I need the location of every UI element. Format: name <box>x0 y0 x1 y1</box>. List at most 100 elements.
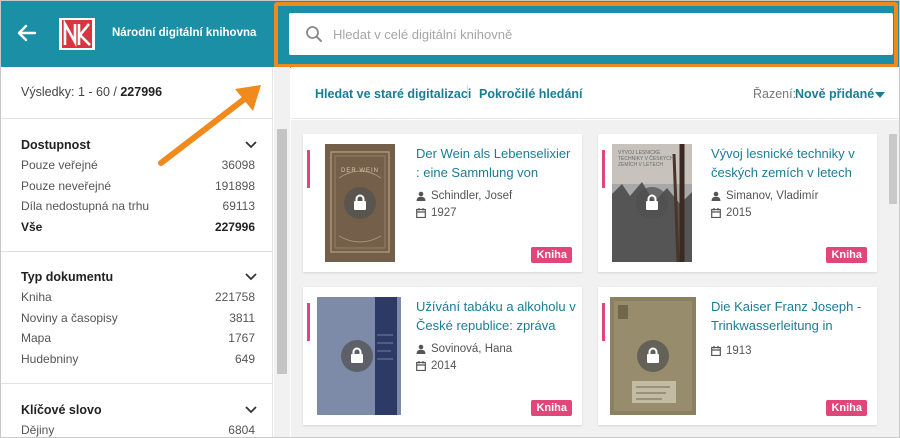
lock-icon <box>646 194 658 210</box>
result-title[interactable]: Užívání tabáku a alkoholu v České republ… <box>416 297 576 335</box>
result-author: Sovinová, Hana <box>416 341 512 357</box>
search-icon[interactable] <box>305 25 323 43</box>
facet-option[interactable]: Pouze veřejné 36098 <box>21 155 257 176</box>
results-scrollbar-thumb[interactable] <box>889 134 897 204</box>
facet-option-count: 69113 <box>222 199 255 213</box>
divider <box>467 85 468 101</box>
app-header: NK Národní digitální knihovna <box>1 1 899 67</box>
document-type-badge: Kniha <box>531 247 572 263</box>
filter-sidebar: Výsledky: 1 - 60 / 227996 Dostupnost Pou… <box>1 67 273 437</box>
calendar-icon <box>711 346 721 356</box>
lock-badge <box>636 187 668 219</box>
facet-option-label: Pouze veřejné <box>21 158 98 172</box>
facet-option-count: 3811 <box>229 310 255 325</box>
facet-option-label: Hudebniny <box>21 351 79 366</box>
old-digitization-search-link[interactable]: Hledat ve staré digitalizaci <box>315 87 471 101</box>
chevron-down-icon[interactable] <box>245 140 257 150</box>
result-card[interactable]: DER WEIN Der Wein als Lebenselixier : ei… <box>303 134 582 272</box>
book-cover-title: VÝVOJ LESNICKÉ TECHNIKY V ČESKÝCH ZEMÍCH… <box>618 150 674 168</box>
facet-option-label: Díla nedostupná na trhu <box>21 199 150 213</box>
result-author-text: Sovinová, Hana <box>431 343 513 355</box>
document-type-badge: Kniha <box>826 400 867 416</box>
chevron-down-icon[interactable] <box>245 272 257 282</box>
result-year: 2015 <box>711 205 752 221</box>
book-cover[interactable]: VÝVOJ LESNICKÉ TECHNIKY V ČESKÝCH ZEMÍCH… <box>612 144 692 262</box>
book-cover[interactable] <box>317 297 401 415</box>
facet-title-label: Typ dokumentu <box>21 270 114 284</box>
result-year: 1913 <box>711 343 752 359</box>
result-title[interactable]: Der Wein als Lebenselixier : eine Sammlu… <box>416 144 576 182</box>
card-accent <box>602 150 605 188</box>
book-cover[interactable]: DER WEIN <box>325 144 395 262</box>
facet-option-count: 191898 <box>214 178 255 193</box>
facet-option-count: 227996 <box>214 219 255 234</box>
sidebar-scrollbar-thumb[interactable] <box>277 129 287 374</box>
facet-title[interactable]: Klíčové slovo <box>21 400 257 420</box>
facet-option-label: Kniha <box>21 290 52 304</box>
facet-title[interactable]: Dostupnost <box>21 135 257 155</box>
facet-title-label: Dostupnost <box>21 138 91 152</box>
search-input[interactable] <box>333 13 873 55</box>
lock-icon <box>351 347 363 363</box>
results-total: 227996 <box>120 85 163 99</box>
nk-logo[interactable]: NK <box>59 18 95 50</box>
result-card[interactable]: Užívání tabáku a alkoholu v České republ… <box>303 287 582 425</box>
divider <box>1 251 273 252</box>
caret-down-icon[interactable] <box>875 92 885 98</box>
lock-badge <box>637 340 669 372</box>
results-grid: DER WEIN Der Wein als Lebenselixier : ei… <box>291 120 885 437</box>
result-year: 1927 <box>416 205 457 221</box>
facet-option[interactable]: Noviny a časopisy 3811 <box>21 308 257 329</box>
result-author: Simanov, Vladimír <box>711 188 818 204</box>
results-range: Výsledky: 1 - 60 / <box>21 85 121 99</box>
result-author-text: Schindler, Josef <box>431 190 513 202</box>
person-icon <box>416 191 426 201</box>
facet-option[interactable]: Dějiny 6804 <box>21 420 257 437</box>
chevron-down-icon[interactable] <box>245 405 257 415</box>
facet-option-selected[interactable]: Vše 227996 <box>21 217 257 238</box>
card-accent <box>602 303 605 341</box>
facet-option-count: 221758 <box>214 290 255 304</box>
facet-option-count: 36098 <box>221 158 255 172</box>
person-icon <box>416 344 426 354</box>
facet-option[interactable]: Mapa 1767 <box>21 328 257 349</box>
results-toolbar: Hledat ve staré digitalizaci Pokročilé h… <box>291 67 899 119</box>
result-author: Schindler, Josef <box>416 188 512 204</box>
results-count: Výsledky: 1 - 60 / 227996 <box>21 85 162 99</box>
advanced-search-link[interactable]: Pokročilé hledání <box>479 87 583 101</box>
facet-option-count: 1767 <box>228 331 255 345</box>
sort-label: Řazení: <box>753 87 797 101</box>
facet-option[interactable]: Pouze neveřejné 191898 <box>21 176 257 197</box>
sidebar-scrollbar[interactable] <box>274 67 290 437</box>
facet-option[interactable]: Díla nedostupná na trhu 69113 <box>21 196 257 217</box>
facet-option[interactable]: Hudebniny 649 <box>21 349 257 370</box>
card-accent <box>307 150 310 188</box>
document-type-badge: Kniha <box>531 400 572 416</box>
facet-option-label: Mapa <box>21 331 52 345</box>
result-card[interactable]: VÝVOJ LESNICKÉ TECHNIKY V ČESKÝCH ZEMÍCH… <box>598 134 877 272</box>
lock-badge <box>341 340 373 372</box>
facet-option-label: Noviny a časopisy <box>21 310 118 325</box>
result-title[interactable]: Die Kaiser Franz Joseph - Trinkwasserlei… <box>711 297 871 335</box>
result-card[interactable]: Die Kaiser Franz Joseph - Trinkwasserlei… <box>598 287 877 425</box>
facet-option-count: 649 <box>234 351 255 366</box>
person-icon <box>711 191 721 201</box>
result-title[interactable]: Vývoj lesnické techniky v českých zemích… <box>711 144 871 182</box>
facet-title[interactable]: Typ dokumentu <box>21 267 257 287</box>
facet-option-count: 6804 <box>228 423 255 437</box>
document-type-badge: Kniha <box>826 247 867 263</box>
search-bar[interactable] <box>289 13 893 55</box>
facet-option-label: Vše <box>21 219 43 234</box>
app-window: NK Národní digitální knihovna Výsledky: … <box>0 0 900 438</box>
facet-option-label: Dějiny <box>21 423 55 437</box>
facet-option[interactable]: Kniha 221758 <box>21 287 257 308</box>
book-cover[interactable] <box>610 297 696 415</box>
divider <box>1 118 273 119</box>
back-arrow-icon[interactable] <box>16 22 38 44</box>
sort-dropdown[interactable]: Nově přidané <box>795 87 874 101</box>
results-scrollbar[interactable] <box>885 120 899 437</box>
calendar-icon <box>711 208 721 218</box>
brand-title[interactable]: Národní digitální knihovna <box>112 27 256 39</box>
facet-option-label: Pouze neveřejné <box>21 178 112 193</box>
book-cover-title: DER WEIN <box>341 168 379 174</box>
